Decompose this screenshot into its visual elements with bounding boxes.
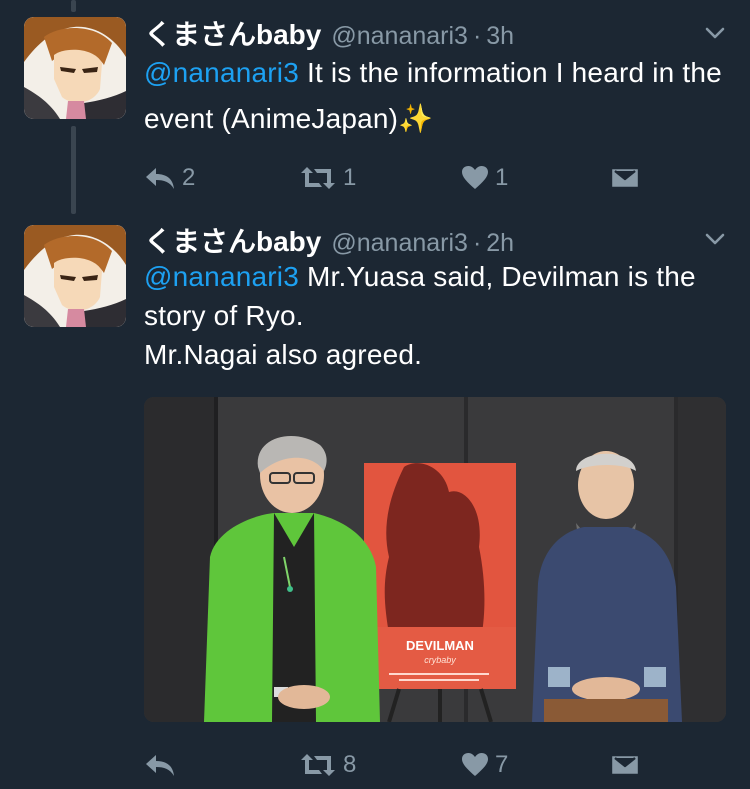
like-count: 7 — [495, 751, 509, 778]
direct-message-button[interactable] — [610, 158, 640, 198]
chevron-down-icon[interactable] — [702, 20, 728, 46]
tweet-header: くまさんbaby @nananari3 · 3h — [144, 13, 514, 50]
tweet-body-line2: Mr.Nagai also agreed. — [144, 339, 423, 370]
author-handle[interactable]: @nananari3 — [331, 229, 468, 258]
retweet-button[interactable]: 1 — [299, 158, 356, 198]
tweet-actions: 8 7 — [144, 745, 750, 785]
tweet-text: @nananari3 It is the information I heard… — [144, 50, 734, 142]
tweet-actions: 2 1 1 — [144, 158, 750, 198]
heart-icon — [461, 752, 489, 778]
direct-message-button[interactable] — [610, 745, 640, 785]
direct-message-icon — [610, 753, 640, 777]
chevron-down-icon[interactable] — [702, 226, 728, 252]
author-handle[interactable]: @nananari3 — [331, 22, 468, 51]
tweet-header: くまさんbaby @nananari3 · 2h — [144, 220, 514, 257]
like-count: 1 — [495, 164, 509, 191]
reply-button[interactable] — [144, 745, 176, 785]
tweet-photo[interactable]: DEVILMAN crybaby — [144, 397, 726, 722]
separator: · — [472, 229, 482, 257]
like-button[interactable]: 1 — [461, 158, 508, 198]
retweet-icon — [299, 752, 337, 778]
tweet[interactable]: くまさんbaby @nananari3 · 3h @nananari3 It i… — [0, 0, 750, 212]
retweet-button[interactable]: 8 — [299, 745, 356, 785]
poster-title: DEVILMAN — [406, 638, 474, 653]
author-name[interactable]: くまさんbaby — [144, 220, 321, 260]
reply-icon — [144, 165, 176, 191]
avatar[interactable] — [24, 17, 126, 119]
retweet-count: 8 — [343, 751, 357, 778]
author-name[interactable]: くまさんbaby — [144, 13, 321, 53]
avatar[interactable] — [24, 225, 126, 327]
like-button[interactable]: 7 — [461, 745, 508, 785]
timestamp[interactable]: 2h — [486, 229, 514, 258]
heart-icon — [461, 165, 489, 191]
reply-button[interactable]: 2 — [144, 158, 195, 198]
timestamp[interactable]: 3h — [486, 22, 514, 51]
reply-count: 2 — [182, 164, 196, 191]
tweet[interactable]: くまさんbaby @nananari3 · 2h @nananari3 Mr.Y… — [0, 212, 750, 789]
sparkles-emoji: ✨ — [398, 103, 434, 134]
retweet-count: 1 — [343, 164, 357, 191]
direct-message-icon — [610, 166, 640, 190]
retweet-icon — [299, 165, 337, 191]
poster-subtitle: crybaby — [424, 655, 456, 665]
reply-icon — [144, 752, 176, 778]
mention-link[interactable]: @nananari3 — [144, 261, 299, 292]
separator: · — [472, 22, 482, 50]
mention-link[interactable]: @nananari3 — [144, 57, 299, 88]
tweet-text: @nananari3 Mr.Yuasa said, Devilman is th… — [144, 257, 734, 374]
